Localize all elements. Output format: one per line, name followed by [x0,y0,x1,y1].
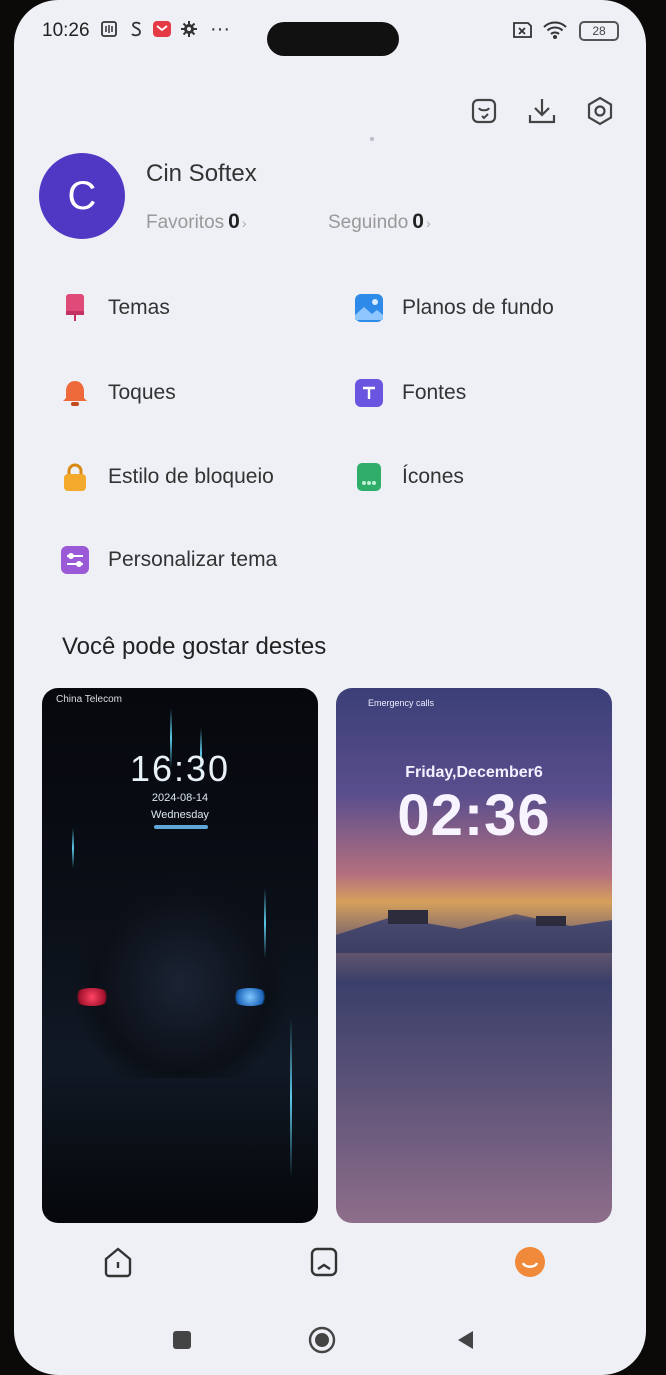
card-carrier: Emergency calls [368,698,435,708]
menu-label: Fontes [402,381,467,404]
card-date: 2024-08-14 [151,792,209,804]
profile-smile-icon [515,1247,545,1277]
light-streak [264,888,266,958]
menu-label: Estilo de bloqueio [108,465,274,488]
sliders-icon [60,545,90,575]
nav-home[interactable] [96,1240,140,1284]
card-indicator-bar [154,825,208,829]
wallpaper-icon [354,293,384,323]
sim-icon [510,20,534,45]
avatar[interactable]: C [39,153,125,239]
following-count: 0 [412,210,424,233]
menu-label: Planos de fundo [402,296,554,319]
menu-item-lock-style[interactable]: Estilo de bloqueio [60,455,274,499]
light-streak [290,1018,292,1178]
menu-item-customize-theme[interactable]: Personalizar tema [60,538,277,582]
nfc-icon [100,20,118,43]
menu-item-icons[interactable]: Ícones [354,455,464,499]
card-clock: 16:30 [129,748,231,789]
circle-home-icon [308,1326,336,1354]
settings-small-icon [180,20,198,43]
menu-label: Ícones [402,465,464,488]
font-icon [354,378,384,408]
profile-name[interactable]: Cin Softex [146,160,257,188]
lock-icon [60,462,90,492]
nav-collection[interactable] [302,1240,346,1284]
hills-silhouette [336,914,612,953]
hexagon-gear-icon [587,96,613,126]
home-system-button[interactable] [302,1320,342,1360]
favorites-label: Favoritos [146,212,225,233]
card-carrier: China Telecom [56,694,122,705]
back-triangle-icon [458,1331,473,1349]
camera-notch [267,22,399,56]
favorites-count: 0 [228,210,240,233]
camera-dot [370,137,374,141]
download-icon [528,99,556,124]
settings-button[interactable] [580,90,620,132]
menu-item-fonts[interactable]: Fontes [354,371,466,415]
section-title: Você pode gostar destes [62,633,327,660]
wifi-icon [542,20,568,45]
light-streak [72,828,74,868]
purchased-button[interactable] [464,90,504,132]
bag-check-icon [471,98,497,124]
following-label: Seguindo [328,212,409,233]
back-button[interactable] [446,1320,486,1360]
download-button[interactable] [522,90,562,132]
phone-screen: 10:26 ··· 28 C Cin Softex Favoritos 0 › Se… [14,0,646,1375]
theme-card[interactable]: Emergency calls Friday,December6 02:36 [336,688,612,1223]
card-clock: 02:36 [397,783,551,848]
card-day: Wednesday [151,809,209,821]
menu-label: Personalizar tema [108,548,278,571]
menu-item-wallpapers[interactable]: Planos de fundo [354,286,554,330]
battery-indicator: 28 [579,21,619,41]
theme-card[interactable]: China Telecom 16:30 2024-08-14 Wednesday [42,688,318,1223]
chevron-right-icon: › [425,215,431,231]
bell-icon [60,378,90,408]
apps-icon [354,462,384,492]
following-link[interactable]: Seguindo 0 › [328,210,431,234]
bookmark-card-icon [310,1247,338,1277]
status-time: 10:26 [42,20,90,41]
recents-button[interactable] [162,1320,202,1360]
blue-eye [230,988,270,1006]
menu-label: Toques [108,381,176,404]
square-icon [173,1331,191,1349]
s-icon [128,20,144,43]
home-icon [104,1247,132,1278]
more-notifications-icon: ··· [210,18,230,40]
menu-item-ringtones[interactable]: Toques [60,371,176,415]
pier-building [536,916,566,926]
favorites-link[interactable]: Favoritos 0 › [146,210,247,234]
menu-item-themes[interactable]: Temas [60,286,170,330]
pier-building [388,910,428,924]
red-eye [72,988,112,1006]
menu-label: Temas [108,296,170,319]
card-date: Friday,December6 [405,764,543,781]
nav-profile[interactable] [508,1240,552,1284]
mail-app-icon [152,20,172,43]
chevron-right-icon: › [241,215,247,231]
theme-icon [60,293,90,323]
card-artwork [72,868,292,1078]
